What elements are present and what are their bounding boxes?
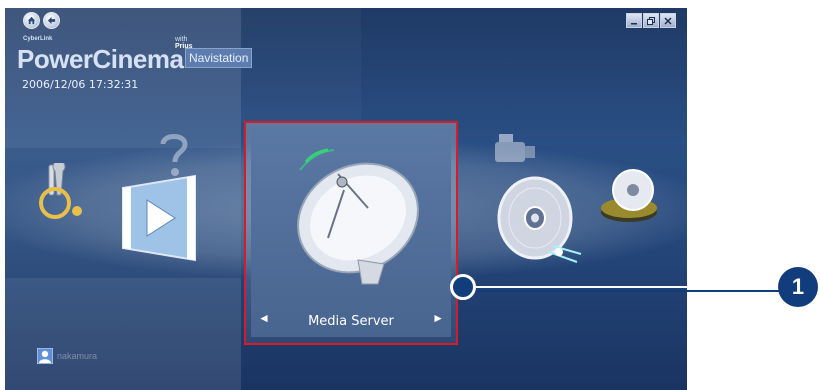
burn-disc-icon (601, 169, 657, 222)
back-button[interactable] (43, 12, 60, 29)
callout-anchor-dot (450, 274, 476, 300)
close-button[interactable] (660, 13, 676, 28)
callout-line-highlight (470, 286, 790, 288)
callout-line (470, 290, 790, 292)
restore-icon (647, 16, 655, 25)
user-icon (37, 348, 53, 364)
home-icon (27, 16, 36, 25)
carousel-item-camcorder[interactable] (489, 130, 537, 179)
carousel-item-settings[interactable] (33, 160, 85, 228)
next-item-arrow[interactable]: ► (432, 311, 444, 325)
carousel-item-dvd[interactable] (493, 176, 585, 273)
minimize-icon (631, 22, 637, 24)
dvd-disc-icon (497, 176, 582, 263)
carousel-item-burn[interactable] (597, 168, 661, 233)
restore-button[interactable] (643, 13, 659, 28)
powercinema-window: CyberLink PowerCinema with Prius Navista… (5, 8, 687, 390)
selected-item-frame[interactable]: ◄ Media Server ► (244, 121, 458, 345)
user-name: nakamura (57, 351, 98, 361)
minimize-button[interactable] (626, 13, 642, 28)
movie-player-icon (122, 174, 196, 262)
settings-tools-icon (39, 160, 82, 219)
selected-item-panel: ◄ Media Server ► (251, 128, 451, 337)
user-badge[interactable]: nakamura (37, 348, 97, 364)
date-time-display: 2006/12/06 17:32:31 (22, 78, 139, 91)
bg-tile (241, 8, 361, 123)
camcorder-icon (495, 134, 535, 162)
logo-navistation-text: Navistation (185, 48, 253, 68)
close-icon (664, 16, 672, 25)
bg-tile (5, 278, 241, 390)
selected-item-label: Media Server (308, 314, 394, 329)
home-button[interactable] (23, 12, 40, 29)
media-server-dish-icon (297, 148, 419, 285)
logo-cyberlink-text: CyberLink (23, 36, 53, 42)
carousel-item-movie[interactable] (117, 168, 201, 273)
callout-number-badge: 1 (778, 267, 818, 307)
back-arrow-icon (47, 16, 56, 25)
logo-powercinema-text: PowerCinema (17, 44, 184, 74)
